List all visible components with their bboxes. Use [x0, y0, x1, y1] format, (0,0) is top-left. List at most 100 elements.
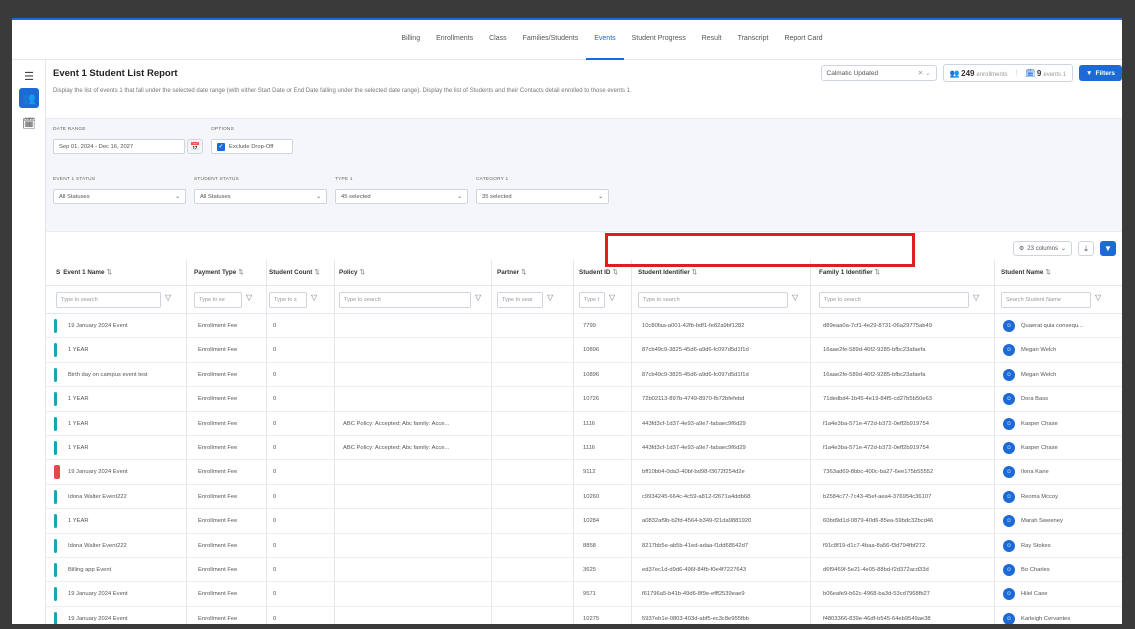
menu-icon[interactable]: ☰ [19, 66, 39, 86]
column-search-fident[interactable]: Type to search [819, 292, 969, 308]
download-button[interactable]: ⤓ [1078, 241, 1094, 256]
type-select[interactable]: 45 selected ⌄ [335, 189, 468, 204]
cell-event[interactable]: 19 January 2024 Event [68, 460, 183, 484]
table-row[interactable]: 19 January 2024 Event Enrollment Fee 0 7799… [46, 314, 1122, 339]
tab-class[interactable]: Class [481, 20, 515, 60]
column-filter-icon[interactable]: ▽ [547, 293, 553, 302]
tab-events[interactable]: Events [586, 20, 624, 60]
sort-icon[interactable]: ⇅ [314, 269, 319, 276]
column-header-sname[interactable]: Student Name ⇅ [1001, 260, 1111, 286]
cell-sname[interactable]: Bo Charles [1021, 558, 1116, 582]
cell-sname[interactable]: Megan Welch [1021, 363, 1116, 387]
column-filter-icon[interactable]: ▽ [792, 293, 798, 302]
column-header-sid[interactable]: Student ID ⇅ [579, 260, 629, 286]
sort-icon[interactable]: ⇅ [107, 269, 112, 276]
table-row[interactable]: 19 January 2024 Event Enrollment Fee 0 1027… [46, 607, 1122, 624]
column-header-count[interactable]: Student Count ⇅ [269, 260, 329, 286]
column-search-partner[interactable]: Type to sear [497, 292, 543, 308]
tab-enrollments[interactable]: Enrollments [428, 20, 481, 60]
tab-billing[interactable]: Billing [393, 20, 428, 60]
column-header-policy[interactable]: Policy ⇅ [339, 260, 479, 286]
table-row[interactable]: 1 YEAR Enrollment Fee 0 10896 87cb49c9-3825-… [46, 338, 1122, 363]
date-range-input[interactable]: Sep 01, 2024 - Dec 16, 2027 [53, 139, 185, 154]
column-search-event[interactable]: Type to search [56, 292, 161, 308]
column-header-sident[interactable]: Student Identifier ⇅ [638, 260, 803, 286]
tab-report-card[interactable]: Report Card [776, 20, 830, 60]
table-row[interactable]: 19 January 2024 Event Enrollment Fee 0 9571… [46, 582, 1122, 607]
cell-event[interactable]: Billing app Event [68, 558, 183, 582]
column-filter-icon[interactable]: ▽ [475, 293, 481, 302]
table-row[interactable]: Idona Walter Event222 Enrollment Fee 0 1026… [46, 485, 1122, 510]
cell-event[interactable]: Birth day on campus event test [68, 363, 183, 387]
table-row[interactable]: Billing app Event Enrollment Fee 0 3625 ed37… [46, 558, 1122, 583]
column-filter-icon[interactable]: ▽ [1095, 293, 1101, 302]
grid-filter-button[interactable]: ▼ [1100, 241, 1116, 256]
calendar-button[interactable]: 📅 [187, 139, 203, 154]
table-row[interactable]: 1 YEAR Enrollment Fee 0 ABC Policy: Accepte… [46, 412, 1122, 436]
column-header-partner[interactable]: Partner ⇅ [497, 260, 567, 286]
table-row[interactable]: 1 YEAR Enrollment Fee 0 ABC Policy: Accepte… [46, 436, 1122, 461]
sort-icon[interactable]: ⇅ [875, 269, 880, 276]
column-header-payment[interactable]: Payment Type ⇅ [194, 260, 259, 286]
cell-event[interactable]: 1 YEAR [68, 338, 183, 362]
preset-select[interactable]: Calmatic Updated ✕ ⌄ [820, 65, 937, 81]
users-icon[interactable]: 👥 [19, 88, 39, 108]
tab-result[interactable]: Result [694, 20, 730, 60]
cell-event[interactable]: 19 January 2024 Event [68, 607, 183, 624]
sort-icon[interactable]: ⇅ [612, 269, 617, 276]
table-row[interactable]: 19 January 2024 Event Enrollment Fee 0 9112… [46, 460, 1122, 485]
cell-sname[interactable]: Kasper Chase [1021, 436, 1116, 460]
column-search-count[interactable]: Type to s [269, 292, 307, 308]
cell-event[interactable]: 1 YEAR [68, 436, 183, 460]
cell-sname[interactable]: Megan Welch [1021, 338, 1116, 362]
cell-event[interactable]: Idona Walter Event222 [68, 485, 183, 509]
cell-event[interactable]: 1 YEAR [68, 509, 183, 533]
tab-transcript[interactable]: Transcript [730, 20, 777, 60]
tab-families-students[interactable]: Families/Students [515, 20, 587, 60]
cell-sname[interactable]: Kasper Chase [1021, 412, 1116, 436]
column-filter-icon[interactable]: ▽ [246, 293, 252, 302]
column-search-sid[interactable]: Type t [579, 292, 605, 308]
column-filter-icon[interactable]: ▽ [165, 293, 171, 302]
sort-icon[interactable]: ⇅ [238, 269, 243, 276]
table-row[interactable]: Birth day on campus event test Enrollment… [46, 363, 1122, 388]
sort-icon[interactable]: ⇅ [521, 269, 526, 276]
cell-sname[interactable]: Karleigh Cervantes [1021, 607, 1116, 624]
column-search-sident[interactable]: Type to search [638, 292, 788, 308]
tab-student-progress[interactable]: Student Progress [624, 20, 694, 60]
column-search-payment[interactable]: Type to se [194, 292, 242, 308]
table-row[interactable]: 1 YEAR Enrollment Fee 0 10284 a0832af9b-b2fd… [46, 509, 1122, 534]
event-status-select[interactable]: All Statuses ⌄ [53, 189, 186, 204]
cell-event[interactable]: Idona Walter Event222 [68, 534, 183, 558]
column-search-policy[interactable]: Type to search [339, 292, 471, 308]
cell-sname[interactable]: Ilona Kane [1021, 460, 1116, 484]
exclude-dropoff-checkbox[interactable]: ✓ Exclude Drop-Off [211, 139, 293, 154]
column-filter-icon[interactable]: ▽ [609, 293, 615, 302]
table-row[interactable]: 1 YEAR Enrollment Fee 0 10726 72b02113-897b-… [46, 387, 1122, 412]
cell-event[interactable]: 19 January 2024 Event [68, 314, 183, 338]
filters-button[interactable]: ▼ Filters [1079, 65, 1122, 81]
cell-sname[interactable]: Hilel Case [1021, 582, 1116, 606]
sort-icon[interactable]: ⇅ [1045, 269, 1050, 276]
cell-sname[interactable]: Reoma Mccoy [1021, 485, 1116, 509]
column-header-fident[interactable]: Family 1 Identifier ⇅ [819, 260, 984, 286]
sort-icon[interactable]: ⇅ [692, 269, 697, 276]
student-status-select[interactable]: All Statuses ⌄ [194, 189, 327, 204]
column-search-sname[interactable]: Search Student Name [1001, 292, 1091, 308]
column-header-event[interactable]: S Event 1 Name ⇅ [56, 260, 181, 286]
clear-icon[interactable]: ✕ ⌄ [918, 69, 931, 77]
columns-button[interactable]: ⚙ 23 columns ⌄ [1012, 241, 1072, 256]
category-select[interactable]: 35 selected ⌄ [476, 189, 609, 204]
cell-sname[interactable]: Quaerat quia consequ... [1021, 314, 1116, 338]
cell-sname[interactable]: Ray Stokes [1021, 534, 1116, 558]
column-filter-icon[interactable]: ▽ [311, 293, 317, 302]
table-row[interactable]: Idona Walter Event222 Enrollment Fee 0 8858… [46, 534, 1122, 558]
cell-sname[interactable]: Marah Sweeney [1021, 509, 1116, 533]
cell-event[interactable]: 1 YEAR [68, 412, 183, 436]
calendar-icon[interactable]: 🗓 [19, 113, 39, 133]
cell-sname[interactable]: Dora Bass [1021, 387, 1116, 411]
column-filter-icon[interactable]: ▽ [973, 293, 979, 302]
cell-event[interactable]: 19 January 2024 Event [68, 582, 183, 606]
cell-event[interactable]: 1 YEAR [68, 387, 183, 411]
sort-icon[interactable]: ⇅ [360, 269, 365, 276]
